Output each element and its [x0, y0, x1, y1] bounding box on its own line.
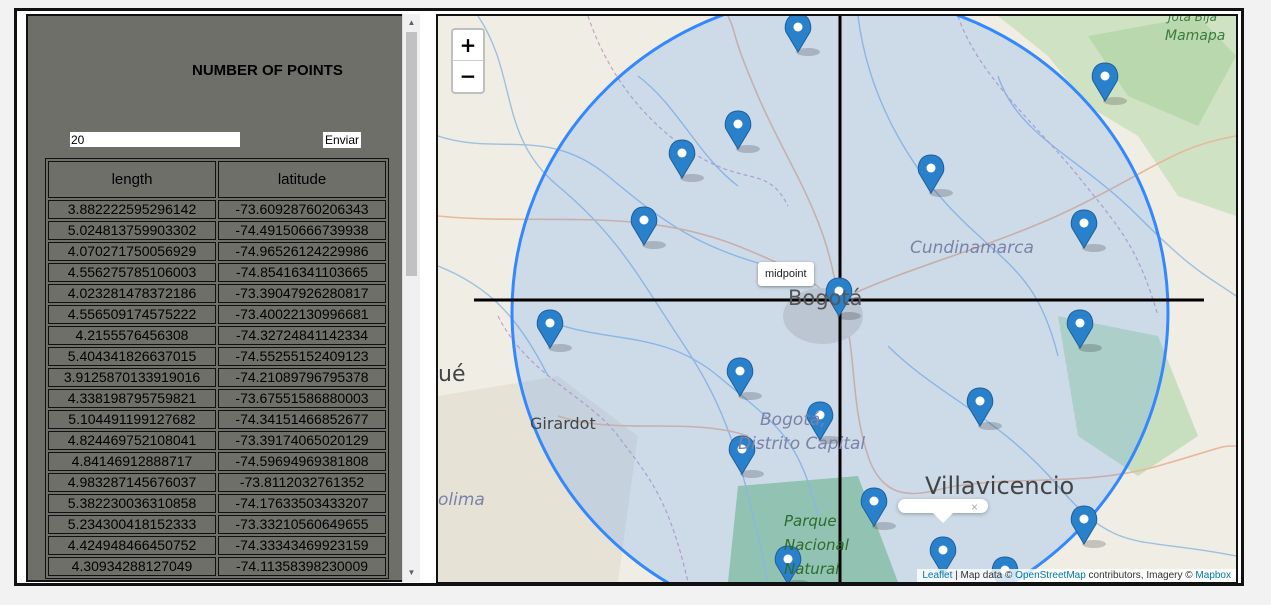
place-label-parque-2: Nacional [784, 536, 849, 554]
table-row: 4.070271750056929 -74.96526124229986 [48, 242, 386, 261]
column-header-length: length [48, 161, 216, 198]
cell-latitude: -74.11358398230009 [218, 557, 386, 576]
cell-length: 4.2155576456308 [48, 326, 216, 345]
table-row: 5.234300418152333 -73.33210560649655 [48, 515, 386, 534]
place-label-jota-bija: Jota Bija [1168, 14, 1218, 24]
scroll-thumb[interactable] [406, 32, 417, 276]
place-label-tolima-fragment: olima [438, 490, 485, 510]
table-row: 4.556275785106003 -74.85416341103665 [48, 263, 386, 282]
cell-length: 4.30934288127049 [48, 557, 216, 576]
scroll-down-arrow-icon[interactable]: ▼ [403, 566, 420, 580]
table-row: 4.338198795759821 -73.67551586880003 [48, 389, 386, 408]
attribution-text-2: contributors, Imagery © [1085, 570, 1196, 581]
cell-length: 4.824469752108041 [48, 431, 216, 450]
cell-latitude: -73.33210560649655 [218, 515, 386, 534]
cell-length: 5.024813759903302 [48, 221, 216, 240]
cell-latitude: -74.96526124229986 [218, 242, 386, 261]
cell-latitude: -74.32724841142334 [218, 326, 386, 345]
cell-latitude: -74.34151466852677 [218, 410, 386, 429]
cell-length: 5.382230036310858 [48, 494, 216, 513]
panel-title: NUMBER OF POINTS [192, 62, 343, 79]
points-table-body: 3.882222595296142 -73.60928760206343 5.024… [48, 200, 386, 576]
cell-length: 4.070271750056929 [48, 242, 216, 261]
table-row: 4.30934288127049 -74.11358398230009 [48, 557, 386, 576]
cell-latitude: -74.49150666739938 [218, 221, 386, 240]
place-label-bogota: Bogotá [788, 286, 863, 310]
points-count-input[interactable] [70, 132, 240, 147]
popup-close-icon[interactable]: × [971, 500, 978, 514]
cell-latitude: -73.39047926280817 [218, 284, 386, 303]
place-label-villavicencio: Villavicencio [925, 472, 1075, 500]
cell-latitude: -73.40022130996681 [218, 305, 386, 324]
place-label-girardot: Girardot [530, 414, 596, 433]
table-row: 5.382230036310858 -74.17633503433207 [48, 494, 386, 513]
send-button[interactable]: Enviar [323, 132, 361, 148]
cell-latitude: -74.21089796795378 [218, 368, 386, 387]
cell-length: 3.882222595296142 [48, 200, 216, 219]
table-row: 5.104491199127682 -74.34151466852677 [48, 410, 386, 429]
zoom-control: + − [451, 28, 485, 94]
popup-tip [933, 513, 953, 523]
place-label-bogota-dc-line1: Bogotá, [760, 410, 826, 430]
cell-length: 4.023281478372186 [48, 284, 216, 303]
table-row: 4.556509174575222 -73.40022130996681 [48, 305, 386, 324]
mapbox-link[interactable]: Mapbox [1195, 570, 1231, 581]
table-row: 3.882222595296142 -73.60928760206343 [48, 200, 386, 219]
table-row: 5.404341826637015 -74.55255152409123 [48, 347, 386, 366]
table-row: 5.024813759903302 -74.49150666739938 [48, 221, 386, 240]
place-label-mamapa: Mamapa [1165, 28, 1226, 44]
place-label-parque-1: Parque [784, 512, 837, 530]
attribution-text-1: | Map data © [952, 570, 1016, 581]
cell-length: 4.556275785106003 [48, 263, 216, 282]
leaflet-link[interactable]: Leaflet [922, 570, 952, 581]
points-panel: NUMBER OF POINTS Enviar length latitude … [26, 14, 420, 582]
cell-latitude: -73.60928760206343 [218, 200, 386, 219]
cell-latitude: -73.67551586880003 [218, 389, 386, 408]
place-label-bogota-dc-line2: Distrito Capital [738, 434, 866, 454]
cell-length: 4.338198795759821 [48, 389, 216, 408]
cell-latitude: -73.39174065020129 [218, 431, 386, 450]
map-attribution: Leaflet | Map data © OpenStreetMap contr… [917, 569, 1236, 582]
table-row: 4.824469752108041 -73.39174065020129 [48, 431, 386, 450]
cell-latitude: -74.17633503433207 [218, 494, 386, 513]
cell-length: 5.404341826637015 [48, 347, 216, 366]
table-row: 3.9125870133919016 -74.21089796795378 [48, 368, 386, 387]
cell-latitude: -74.85416341103665 [218, 263, 386, 282]
table-row: 4.983287145676037 -73.8112032761352 [48, 473, 386, 492]
cell-length: 3.9125870133919016 [48, 368, 216, 387]
column-header-latitude: latitude [218, 161, 386, 198]
zoom-in-button[interactable]: + [453, 30, 483, 61]
openstreetmap-link[interactable]: OpenStreetMap [1015, 570, 1086, 581]
cell-latitude: -74.59694969381808 [218, 452, 386, 471]
map-view[interactable]: Bogotá Cundinamarca Girardot Bogotá, Dis… [436, 14, 1238, 584]
table-row: 4.2155576456308 -74.32724841142334 [48, 326, 386, 345]
cell-length: 5.234300418152333 [48, 515, 216, 534]
cell-latitude: -74.55255152409123 [218, 347, 386, 366]
place-label-cundinamarca: Cundinamarca [910, 238, 1034, 258]
midpoint-tooltip: midpoint [758, 262, 814, 286]
table-row: 4.023281478372186 -73.39047926280817 [48, 284, 386, 303]
cell-length: 4.556509174575222 [48, 305, 216, 324]
points-table: length latitude 3.882222595296142 -73.609… [45, 158, 389, 579]
place-label-parque-3: Natural [784, 560, 840, 578]
table-row: 4.84146912888717 -74.59694969381808 [48, 452, 386, 471]
cell-latitude: -74.33343469923159 [218, 536, 386, 555]
zoom-out-button[interactable]: − [453, 61, 483, 91]
place-label-ibague-fragment: ué [438, 362, 466, 387]
panel-scrollbar[interactable]: ▲ ▼ [402, 14, 420, 582]
table-header-row: length latitude [48, 161, 386, 198]
cell-length: 4.84146912888717 [48, 452, 216, 471]
scroll-up-arrow-icon[interactable]: ▲ [403, 16, 420, 30]
cell-length: 4.983287145676037 [48, 473, 216, 492]
cell-length: 4.424948466450752 [48, 536, 216, 555]
cell-latitude: -73.8112032761352 [218, 473, 386, 492]
cell-length: 5.104491199127682 [48, 410, 216, 429]
table-row: 4.424948466450752 -74.33343469923159 [48, 536, 386, 555]
